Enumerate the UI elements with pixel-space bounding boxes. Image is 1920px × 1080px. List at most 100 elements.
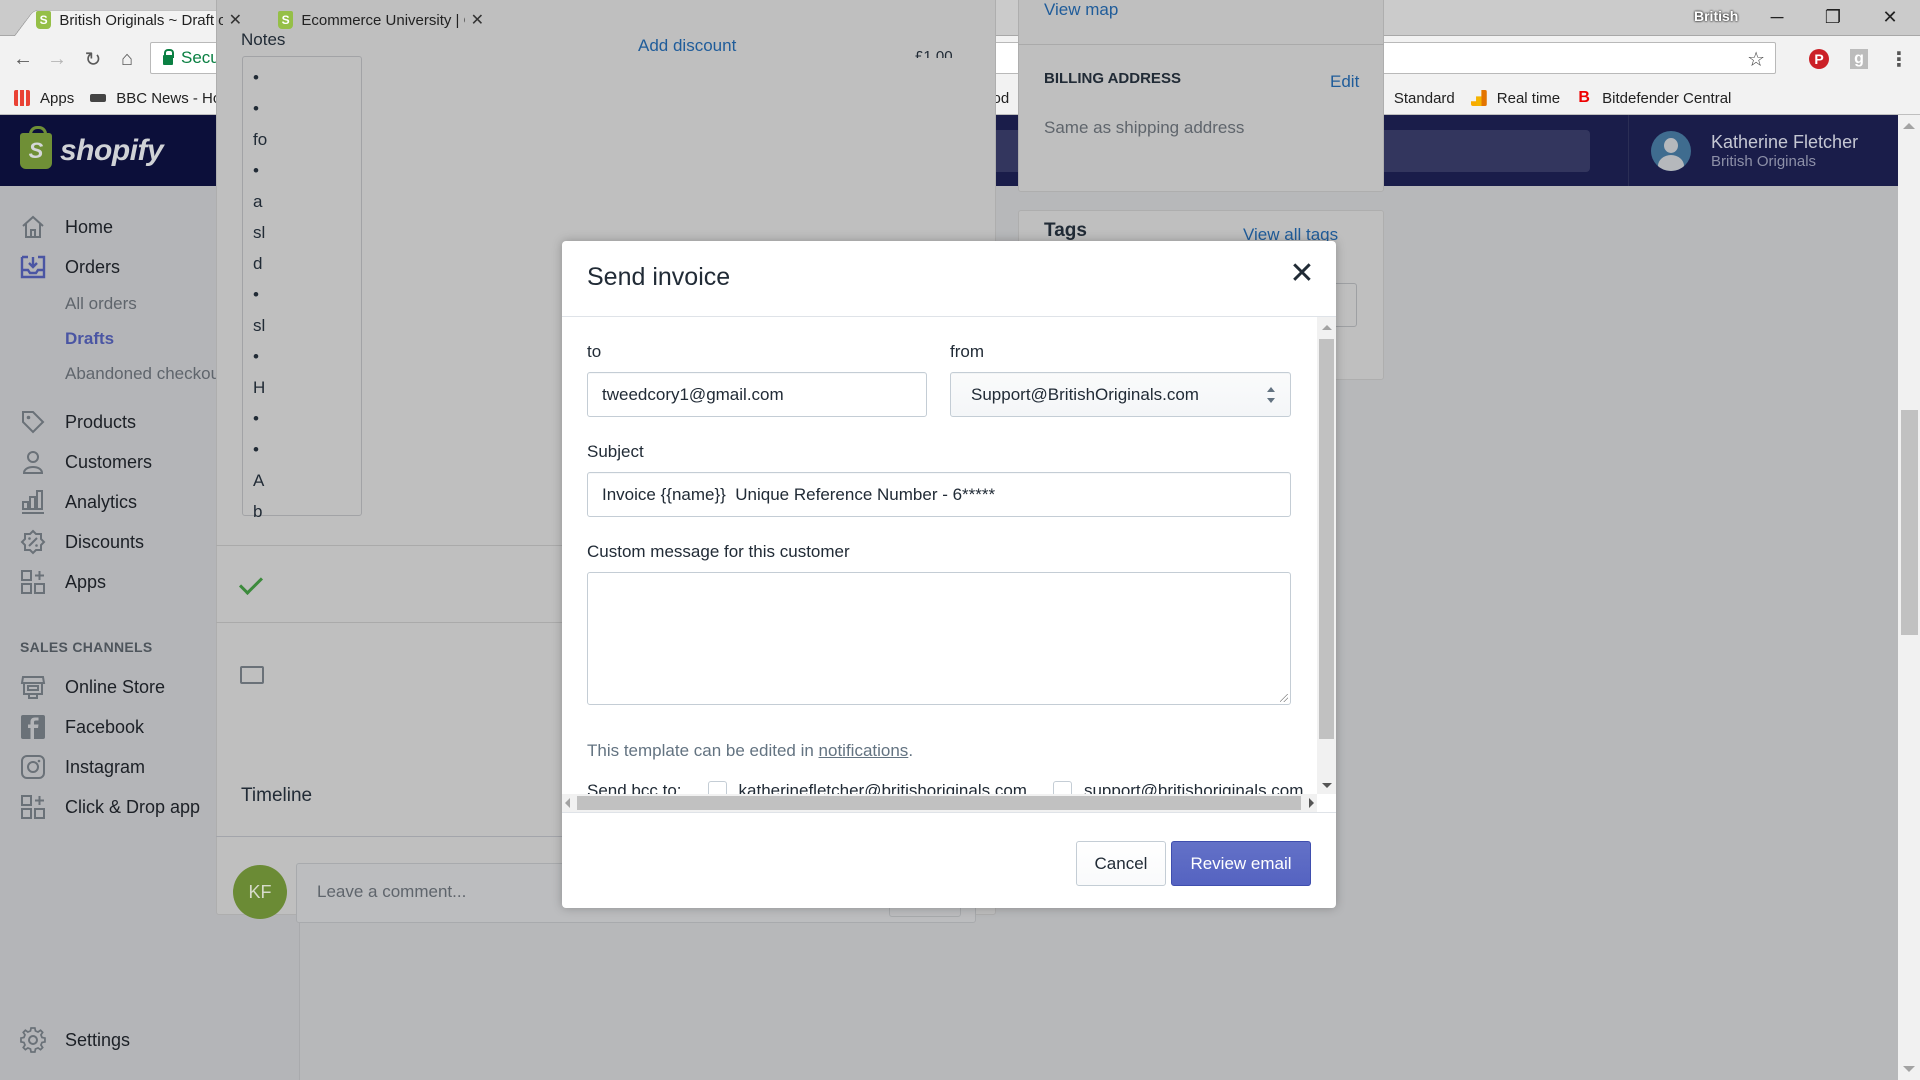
add-discount-link[interactable]: Add discount	[638, 36, 736, 56]
resize-grip-icon[interactable]	[1280, 694, 1288, 702]
hint-suffix: .	[908, 741, 914, 760]
select-arrows-icon	[1266, 387, 1276, 403]
home-icon	[20, 214, 46, 240]
modal-body: to tweedcory1@gmail.com from Support@Bri…	[562, 317, 1336, 812]
custom-message-textarea[interactable]	[587, 572, 1291, 705]
scroll-right-arrow-icon[interactable]	[1309, 798, 1314, 808]
notes-text: a	[253, 192, 263, 211]
hint-prefix: This template can be edited in	[587, 741, 819, 760]
close-window-icon[interactable]: ✕	[1870, 4, 1910, 30]
orders-icon	[20, 254, 46, 280]
sidebar-item-label: Facebook	[65, 716, 145, 737]
google-extension-icon[interactable]: g	[1846, 46, 1872, 72]
shopify-favicon-icon: S	[36, 11, 52, 29]
sidebar-item-label: Online Store	[65, 676, 166, 697]
notes-text: sl	[253, 316, 266, 335]
lock-icon	[163, 49, 174, 65]
notifications-link[interactable]: notifications	[819, 741, 909, 760]
notes-label: Notes	[241, 30, 286, 49]
bbc-icon	[90, 94, 107, 102]
analytics-icon	[1470, 90, 1487, 106]
notes-textarea[interactable]	[242, 56, 362, 516]
sidebar-subitem-drafts[interactable]: Drafts	[65, 329, 114, 349]
tab-title: Ecommerce University | C	[301, 11, 465, 29]
sidebar-item-label: Click & Drop app	[65, 796, 201, 817]
modal-title: Send invoice	[587, 263, 731, 291]
forward-icon[interactable]: →	[44, 46, 70, 72]
scroll-down-arrow-icon[interactable]	[1903, 1066, 1915, 1072]
modal-vertical-scrollbar[interactable]	[1317, 317, 1336, 794]
bookmark-apps[interactable]: Apps	[14, 90, 74, 107]
review-email-button[interactable]: Review email	[1171, 841, 1311, 886]
notes-text: •	[253, 285, 259, 304]
bitdefender-icon: B	[1578, 89, 1590, 106]
notes-text: •	[253, 99, 259, 118]
shop-name: British Originals	[1711, 152, 1817, 170]
sidebar-item-label: Analytics	[65, 491, 138, 512]
sidebar-item-label: Apps	[65, 571, 107, 592]
bookmark-real-time[interactable]: Real time	[1470, 90, 1560, 107]
home-icon[interactable]: ⌂	[114, 46, 140, 72]
scroll-down-arrow-icon[interactable]	[1322, 783, 1332, 788]
comment-placeholder: Leave a comment...	[317, 882, 467, 901]
view-map-link[interactable]: View map	[1044, 0, 1118, 20]
browser-profile-name[interactable]: British	[1694, 8, 1738, 24]
cancel-button[interactable]: Cancel	[1076, 841, 1166, 886]
tab-close-icon[interactable]: ✕	[229, 10, 242, 30]
bookmark-star-icon[interactable]: ☆	[1747, 47, 1765, 72]
customer-icon	[20, 449, 46, 475]
scrollbar-thumb[interactable]	[1901, 410, 1918, 635]
tags-heading: Tags	[1044, 220, 1087, 241]
template-hint: This template can be edited in notificat…	[587, 741, 913, 761]
bookmark-label: Apps	[40, 89, 75, 107]
from-email-value: Support@BritishOriginals.com	[971, 384, 1199, 404]
notes-text: •	[253, 409, 259, 428]
facebook-icon	[20, 714, 46, 740]
sidebar-item-settings[interactable]: Settings	[0, 1022, 300, 1058]
apps-icon	[20, 794, 46, 820]
sidebar-item-label: Discounts	[65, 531, 145, 552]
sidebar-item-label: Orders	[65, 256, 121, 277]
to-label: to	[587, 342, 602, 361]
avatar: KF	[233, 865, 287, 919]
sidebar-subitem-all-orders[interactable]: All orders	[65, 294, 137, 314]
modal-header: Send invoice ✕	[562, 241, 1336, 317]
to-email-field[interactable]: tweedcory1@gmail.com	[587, 372, 927, 417]
bookmark-bitdefender[interactable]: B Bitdefender Central	[1576, 89, 1731, 107]
billing-address-heading: BILLING ADDRESS	[1044, 70, 1181, 87]
modal-horizontal-scrollbar[interactable]	[562, 794, 1317, 812]
timeline-heading: Timeline	[241, 785, 313, 806]
scroll-left-arrow-icon[interactable]	[565, 798, 570, 808]
minimize-icon[interactable]: ─	[1757, 4, 1797, 30]
user-menu[interactable]: Katherine Fletcher British Originals	[1628, 115, 1898, 186]
discount-icon	[20, 529, 46, 555]
credit-card-icon	[240, 666, 264, 684]
apps-grid-icon	[14, 90, 30, 106]
tab-close-icon[interactable]: ✕	[471, 10, 484, 30]
custom-message-label: Custom message for this customer	[587, 542, 850, 561]
billing-edit-link[interactable]: Edit	[1330, 72, 1359, 92]
scroll-up-arrow-icon[interactable]	[1903, 123, 1915, 129]
notes-text: •	[253, 68, 259, 87]
page-scrollbar[interactable]	[1898, 115, 1920, 1080]
notes-text: •	[253, 440, 259, 459]
scrollbar-thumb[interactable]	[577, 796, 1301, 810]
reload-icon[interactable]: ↻	[80, 46, 106, 72]
subject-label: Subject	[587, 442, 644, 461]
modal-footer: Cancel Review email	[562, 812, 1336, 908]
restore-icon[interactable]: ❐	[1813, 4, 1853, 30]
pinterest-extension-icon[interactable]: P	[1806, 46, 1832, 72]
from-email-select[interactable]: Support@BritishOriginals.com	[950, 372, 1291, 417]
gear-icon	[20, 1027, 46, 1053]
scroll-up-arrow-icon[interactable]	[1322, 325, 1332, 330]
scrollbar-thumb[interactable]	[1319, 339, 1334, 739]
subject-field[interactable]: Invoice {{name}} Unique Reference Number…	[587, 472, 1291, 517]
back-icon[interactable]: ←	[10, 46, 36, 72]
sidebar-item-label: Home	[65, 216, 114, 237]
from-label: from	[950, 342, 984, 361]
close-icon[interactable]: ✕	[1287, 259, 1317, 289]
browser-menu-icon[interactable]: ⋮	[1886, 46, 1912, 72]
sidebar-item-label: Products	[65, 411, 137, 432]
sidebar-subitem-abandoned-checkouts[interactable]: Abandoned checkouts	[65, 364, 233, 384]
shopify-favicon-icon: S	[278, 11, 294, 29]
